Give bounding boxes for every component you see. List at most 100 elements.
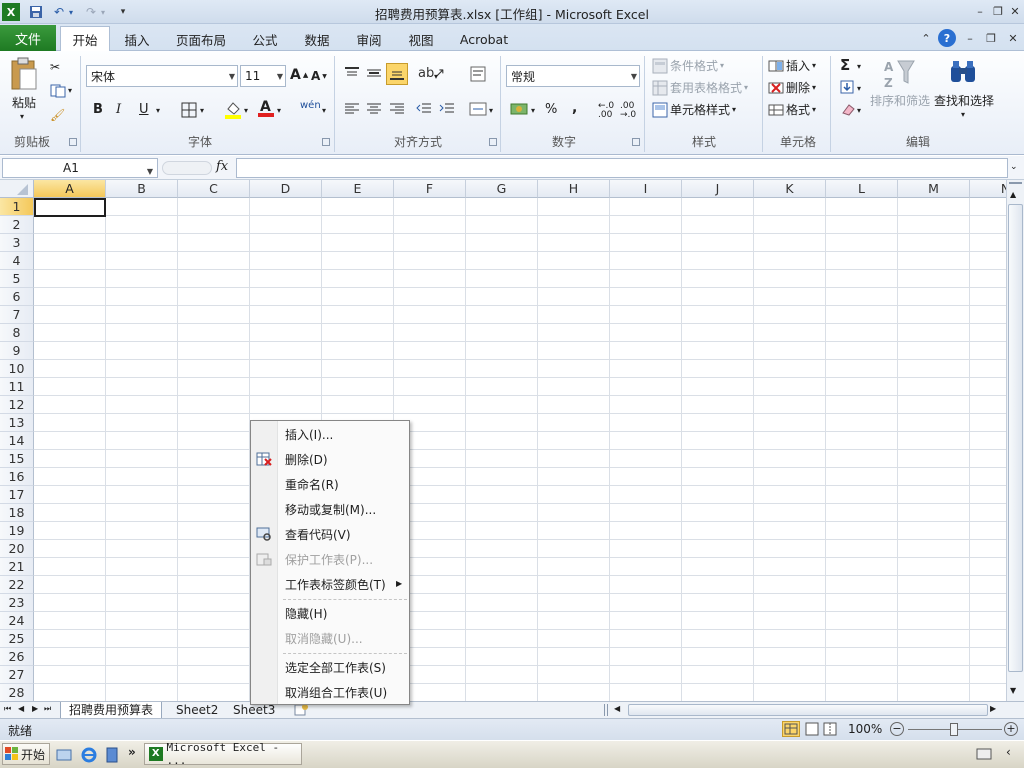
close-workbook-button[interactable]: ✕: [1005, 30, 1021, 46]
formula-bar-resize-handle[interactable]: [162, 161, 212, 175]
bold-button[interactable]: B: [93, 102, 103, 117]
start-button[interactable]: 开始: [2, 743, 50, 765]
first-sheet-icon[interactable]: ⏮: [4, 704, 11, 714]
sort-filter-button[interactable]: 排序和筛选: [870, 92, 930, 109]
borders-dropdown-icon[interactable]: ▾: [200, 106, 204, 115]
merge-dropdown-icon[interactable]: ▾: [489, 106, 493, 115]
column-header-g[interactable]: G: [466, 180, 538, 198]
row-header-5[interactable]: 5: [0, 270, 34, 288]
find-select-button[interactable]: 查找和选择: [934, 92, 994, 109]
row-header-3[interactable]: 3: [0, 234, 34, 252]
menu-item-select-all-sheets[interactable]: 选定全部工作表(S): [285, 658, 386, 678]
align-right-icon[interactable]: [389, 102, 405, 116]
tab-view[interactable]: 视图: [402, 28, 440, 51]
row-header-6[interactable]: 6: [0, 288, 34, 306]
row-header-13[interactable]: 13: [0, 414, 34, 432]
orientation-icon[interactable]: ab↗: [418, 66, 445, 81]
row-header-22[interactable]: 22: [0, 576, 34, 594]
ie-icon[interactable]: [80, 746, 98, 767]
align-left-icon[interactable]: [344, 102, 360, 116]
autosum-dropdown-icon[interactable]: ▾: [857, 62, 861, 71]
tab-data[interactable]: 数据: [298, 28, 336, 51]
vertical-scroll-thumb[interactable]: [1008, 204, 1023, 672]
align-bottom-icon[interactable]: [386, 63, 408, 85]
column-header-l[interactable]: L: [826, 180, 898, 198]
menu-item-hide[interactable]: 隐藏(H): [285, 604, 327, 624]
row-header-7[interactable]: 7: [0, 306, 34, 324]
font-name-combo[interactable]: 宋体 ▼: [86, 65, 238, 87]
format-cells-button[interactable]: 格式 ▾: [768, 101, 816, 118]
keyboard-tray-icon[interactable]: [976, 748, 992, 763]
minimize-ribbon-icon[interactable]: ⌃: [918, 30, 934, 46]
sort-filter-icon[interactable]: AZ: [882, 57, 916, 91]
column-header-n[interactable]: N: [970, 180, 1006, 198]
underline-dropdown-icon[interactable]: ▾: [156, 106, 160, 115]
fill-color-dropdown-icon[interactable]: ▾: [244, 106, 248, 115]
underline-button[interactable]: U: [139, 102, 149, 117]
wrap-text-icon[interactable]: [470, 66, 486, 82]
font-launcher-icon[interactable]: [322, 138, 330, 146]
sheet-tab-2[interactable]: Sheet2: [168, 702, 226, 719]
row-header-16[interactable]: 16: [0, 468, 34, 486]
font-color-icon[interactable]: A: [257, 98, 275, 118]
align-middle-icon[interactable]: [366, 66, 382, 80]
horizontal-scroll-thumb[interactable]: [628, 704, 988, 716]
fill-color-icon[interactable]: [224, 100, 242, 120]
column-header-k[interactable]: K: [754, 180, 826, 198]
menu-item-insert[interactable]: 插入(I)...: [285, 425, 333, 445]
row-header-27[interactable]: 27: [0, 666, 34, 684]
decrease-indent-icon[interactable]: [416, 102, 432, 116]
menu-item-view-code[interactable]: 查看代码(V): [285, 525, 351, 545]
merge-center-icon[interactable]: [469, 102, 487, 116]
tab-review[interactable]: 审阅: [350, 28, 388, 51]
decrease-decimal-icon[interactable]: .00 →.0: [620, 102, 636, 120]
row-header-28[interactable]: 28: [0, 684, 34, 701]
zoom-slider-thumb[interactable]: [950, 723, 958, 736]
format-painter-icon[interactable]: 🖌: [50, 108, 65, 122]
align-top-icon[interactable]: [344, 66, 360, 80]
split-box-handle[interactable]: [1009, 182, 1022, 188]
row-header-1[interactable]: 1: [0, 198, 34, 216]
borders-icon[interactable]: [181, 102, 197, 118]
grow-font-icon[interactable]: A ▲: [290, 67, 308, 83]
tab-acrobat[interactable]: Acrobat: [454, 28, 514, 51]
row-header-23[interactable]: 23: [0, 594, 34, 612]
phonetic-icon[interactable]: wén: [300, 100, 321, 111]
select-all-corner[interactable]: [0, 180, 34, 198]
phonetic-dropdown-icon[interactable]: ▾: [322, 106, 326, 115]
menu-item-delete[interactable]: 删除(D): [285, 450, 328, 470]
row-header-8[interactable]: 8: [0, 324, 34, 342]
currency-icon[interactable]: [510, 101, 530, 117]
menu-item-tab-color[interactable]: 工作表标签颜色(T): [285, 575, 386, 595]
paste-dropdown-icon[interactable]: ▾: [20, 112, 24, 121]
vertical-scrollbar[interactable]: ▲ ▼: [1006, 180, 1024, 701]
number-format-combo[interactable]: 常规 ▼: [506, 65, 640, 87]
clear-icon[interactable]: [840, 102, 856, 116]
row-header-20[interactable]: 20: [0, 540, 34, 558]
scroll-right-icon[interactable]: ▶: [990, 704, 996, 713]
quick-launch-icon[interactable]: [56, 747, 72, 766]
row-header-15[interactable]: 15: [0, 450, 34, 468]
row-header-21[interactable]: 21: [0, 558, 34, 576]
row-header-14[interactable]: 14: [0, 432, 34, 450]
scroll-left-icon[interactable]: ◀: [614, 704, 620, 713]
clipboard-launcher-icon[interactable]: [69, 138, 77, 146]
fill-down-icon[interactable]: [840, 80, 854, 94]
expand-formula-bar-icon[interactable]: ⌄: [1010, 162, 1018, 172]
increase-indent-icon[interactable]: [439, 102, 455, 116]
alignment-launcher-icon[interactable]: [489, 138, 497, 146]
restore-window-button[interactable]: ❐: [990, 3, 1006, 19]
zoom-in-icon[interactable]: +: [1004, 722, 1018, 736]
tab-formulas[interactable]: 公式: [246, 28, 284, 51]
increase-decimal-icon[interactable]: ←.0.00: [598, 102, 614, 120]
scroll-down-icon[interactable]: ▼: [1010, 686, 1016, 695]
paste-button[interactable]: 粘贴: [12, 94, 36, 111]
orientation-dropdown-icon[interactable]: ▾: [434, 72, 438, 81]
menu-item-move-copy[interactable]: 移动或复制(M)...: [285, 500, 376, 520]
prev-sheet-icon[interactable]: ◀: [18, 704, 24, 713]
insert-cells-button[interactable]: 插入 ▾: [768, 57, 816, 74]
column-header-h[interactable]: H: [538, 180, 610, 198]
last-sheet-icon[interactable]: ⏭: [44, 704, 51, 714]
page-layout-view-icon[interactable]: [804, 722, 820, 739]
taskbar-excel-button[interactable]: X Microsoft Excel - ...: [144, 741, 302, 767]
